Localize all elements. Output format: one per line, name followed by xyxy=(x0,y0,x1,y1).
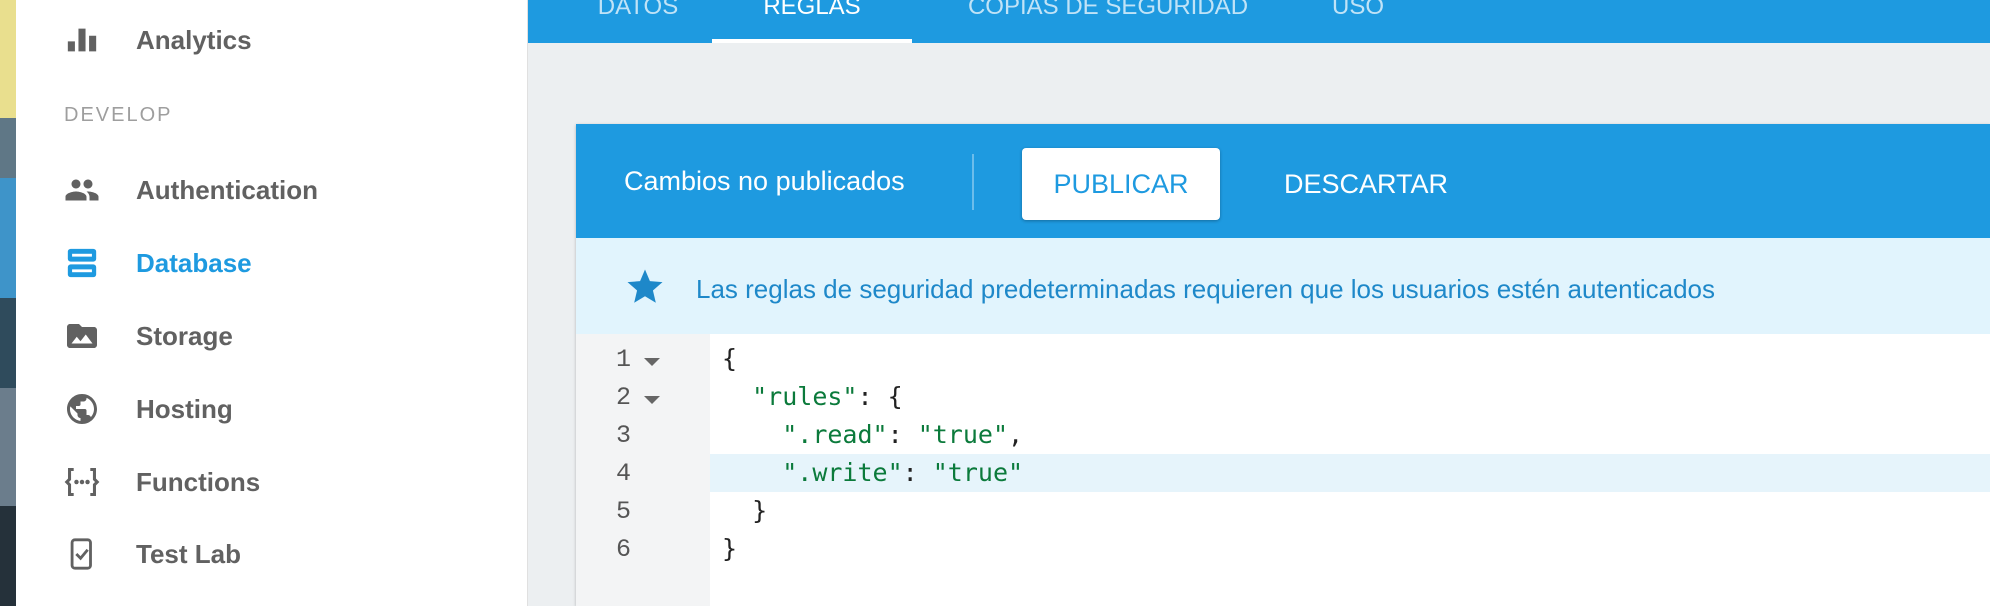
unpublished-toolbar: Cambios no publicados PUBLICAR DESCARTAR xyxy=(576,124,1990,238)
unpublished-status: Cambios no publicados xyxy=(624,166,905,196)
line-number: 6 xyxy=(616,535,632,564)
globe-icon xyxy=(64,391,100,427)
line-number: 4 xyxy=(616,459,632,488)
discard-button[interactable]: DESCARTAR xyxy=(1266,148,1466,220)
functions-icon xyxy=(64,464,100,500)
tab-datos[interactable]: DATOS xyxy=(576,0,700,43)
line-number: 5 xyxy=(616,497,632,526)
star-icon xyxy=(624,266,666,308)
fold-arrow-icon[interactable] xyxy=(644,358,660,366)
test-lab-icon xyxy=(64,536,100,572)
code-line[interactable]: ".write": "true" xyxy=(710,454,1990,492)
sidebar-item-label: Functions xyxy=(136,466,261,497)
photo-folder-icon xyxy=(64,318,100,354)
code-line[interactable]: ".read": "true", xyxy=(710,416,1990,454)
code-line[interactable]: } xyxy=(710,492,1990,530)
code-line[interactable]: { xyxy=(710,340,1990,378)
database-tab-bar: DATOS REGLAS COPIAS DE SEGURIDAD USO xyxy=(528,0,1990,43)
rules-code-editor[interactable]: 1 2 3 4 5 6 { "rules": { ".read": "true"… xyxy=(576,334,1990,606)
sidebar-item-analytics[interactable]: Analytics xyxy=(16,10,528,70)
sidebar-item-label: Analytics xyxy=(136,24,252,55)
fold-arrow-icon[interactable] xyxy=(644,396,660,404)
security-notice: Las reglas de seguridad predeterminadas … xyxy=(576,238,1990,334)
toolbar-divider xyxy=(972,154,974,210)
tab-reglas[interactable]: REGLAS xyxy=(712,0,912,43)
line-number: 3 xyxy=(616,421,632,450)
database-icon xyxy=(64,245,100,281)
people-icon xyxy=(64,172,100,208)
background-window-strip xyxy=(0,0,16,606)
bar-chart-icon xyxy=(64,22,100,58)
sidebar-item-storage[interactable]: Storage xyxy=(16,306,528,366)
code-line[interactable]: "rules": { xyxy=(710,378,1990,416)
sidebar-item-test-lab[interactable]: Test Lab xyxy=(16,524,528,584)
sidebar-item-functions[interactable]: Functions xyxy=(16,452,528,512)
sidebar-item-authentication[interactable]: Authentication xyxy=(16,160,528,220)
tab-copias-de-seguridad[interactable]: COPIAS DE SEGURIDAD xyxy=(948,0,1268,43)
sidebar: Analytics DEVELOP Authentication Databas… xyxy=(16,0,528,606)
sidebar-item-label: Hosting xyxy=(136,393,233,424)
sidebar-item-label: Storage xyxy=(136,320,233,351)
tab-uso[interactable]: USO xyxy=(1318,0,1398,43)
rules-card: Cambios no publicados PUBLICAR DESCARTAR… xyxy=(576,124,1990,606)
sidebar-item-label: Test Lab xyxy=(136,538,241,569)
publish-button[interactable]: PUBLICAR xyxy=(1022,148,1220,220)
security-notice-message: Las reglas de seguridad predeterminadas … xyxy=(696,274,1715,304)
sidebar-item-label: Authentication xyxy=(136,174,318,205)
sidebar-item-database[interactable]: Database xyxy=(16,233,528,293)
code-line[interactable]: } xyxy=(710,530,1990,568)
editor-gutter: 1 2 3 4 5 6 xyxy=(576,334,710,606)
sidebar-item-hosting[interactable]: Hosting xyxy=(16,379,528,439)
sidebar-item-label: Database xyxy=(136,247,252,278)
section-label-develop: DEVELOP xyxy=(64,104,173,126)
